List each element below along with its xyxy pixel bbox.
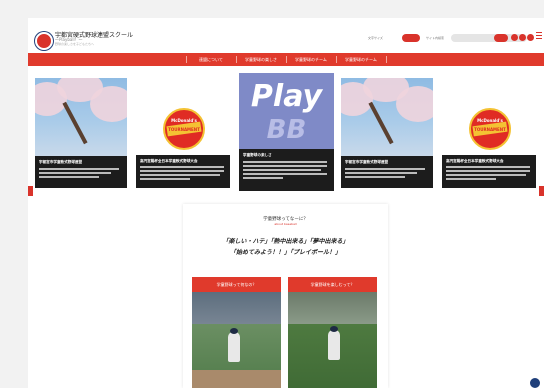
card-title: 宇都宮市学童軟式野球連盟 (39, 160, 83, 164)
menu-icon[interactable] (536, 32, 542, 42)
feature-tile[interactable]: 学童野球を楽しむって？ (288, 277, 377, 388)
card-title: 宇都宮市学童軟式野球連盟 (345, 160, 389, 164)
section-tagline-2: 「始めてみよう！！」「プレイボール！」 (229, 249, 341, 256)
cherry-blossom-photo (341, 78, 433, 156)
carousel-card-active[interactable]: Play BB 学童野球の楽しさ (239, 73, 334, 191)
feature-tile-label: 学童野球を楽しむって？ (288, 277, 377, 292)
tournament-logo-image: McDonald's TOURNAMENT (442, 103, 536, 155)
tournament-badge-icon: McDonald's TOURNAMENT (163, 108, 205, 150)
font-size-toggle[interactable] (402, 34, 420, 42)
card-title: 高円宮賜杯全日本学童軟式野球大会 (140, 159, 198, 163)
tournament-logo-image: McDonald's TOURNAMENT (136, 103, 230, 155)
nav-divider (386, 56, 387, 63)
feature-tile-label: 学童野球って何なの？ (192, 277, 281, 292)
card-title: 学童野球の楽しさ (243, 153, 272, 157)
carousel-card[interactable]: McDonald's TOURNAMENT 高円宮賜杯全日本学童軟式野球大会 (442, 103, 536, 188)
carousel-card[interactable]: 宇都宮市学童軟式野球連盟 (35, 78, 127, 188)
nav-item-about[interactable]: 連盟について (186, 53, 236, 66)
social-icon[interactable] (527, 34, 534, 41)
tournament-badge-icon: McDonald's TOURNAMENT (469, 108, 511, 150)
nav-item-teams[interactable]: 学童野球のチーム (286, 53, 336, 66)
site-logo-icon[interactable] (35, 32, 53, 50)
card-title: 高円宮賜杯全日本学童軟式野球大会 (446, 159, 504, 163)
chat-widget-icon[interactable] (530, 378, 540, 388)
carousel-card[interactable]: McDonald's TOURNAMENT 高円宮賜杯全日本学童軟式野球大会 (136, 103, 230, 188)
nav-item-fun[interactable]: 学童野球の楽しさ (236, 53, 286, 66)
social-icon[interactable] (519, 34, 526, 41)
search-button[interactable] (494, 34, 508, 42)
site-tagline: 野球の楽しさを子どもたちへ (55, 42, 95, 46)
page-frame: 宇都宮硬式野球連盟スクール ～Playball！～ 野球の楽しさを子どもたちへ … (28, 18, 544, 388)
feature-tile[interactable]: 学童野球って何なの？ (192, 277, 281, 388)
section-tagline-1: 「楽しい・ハテ」「熱中出来る」「夢中出来る」 (222, 238, 349, 245)
carousel-prev-arrow[interactable] (28, 186, 33, 196)
main-navbar: 連盟について 学童野球の楽しさ 学童野球のチーム 学童野球のチーム (28, 53, 544, 66)
cherry-blossom-photo (35, 78, 127, 156)
social-icon[interactable] (511, 34, 518, 41)
intro-section: 学童野球ってなーに？ about baseball 「楽しい・ハテ」「熱中出来る… (183, 204, 388, 388)
bb-word: BB (266, 115, 307, 145)
font-size-label: 文字サイズ (368, 36, 383, 40)
baseball-player-photo (192, 292, 281, 388)
site-search-label: サイト内検索 (426, 36, 445, 40)
play-word: Play (250, 79, 323, 114)
section-subtitle: about baseball (274, 222, 297, 226)
play-bb-image: Play BB (239, 73, 334, 149)
carousel-next-arrow[interactable] (539, 186, 544, 196)
carousel-card[interactable]: 宇都宮市学童軟式野球連盟 (341, 78, 433, 188)
nav-item-teams-2[interactable]: 学童野球のチーム (336, 53, 386, 66)
baseball-player-photo (288, 292, 377, 388)
